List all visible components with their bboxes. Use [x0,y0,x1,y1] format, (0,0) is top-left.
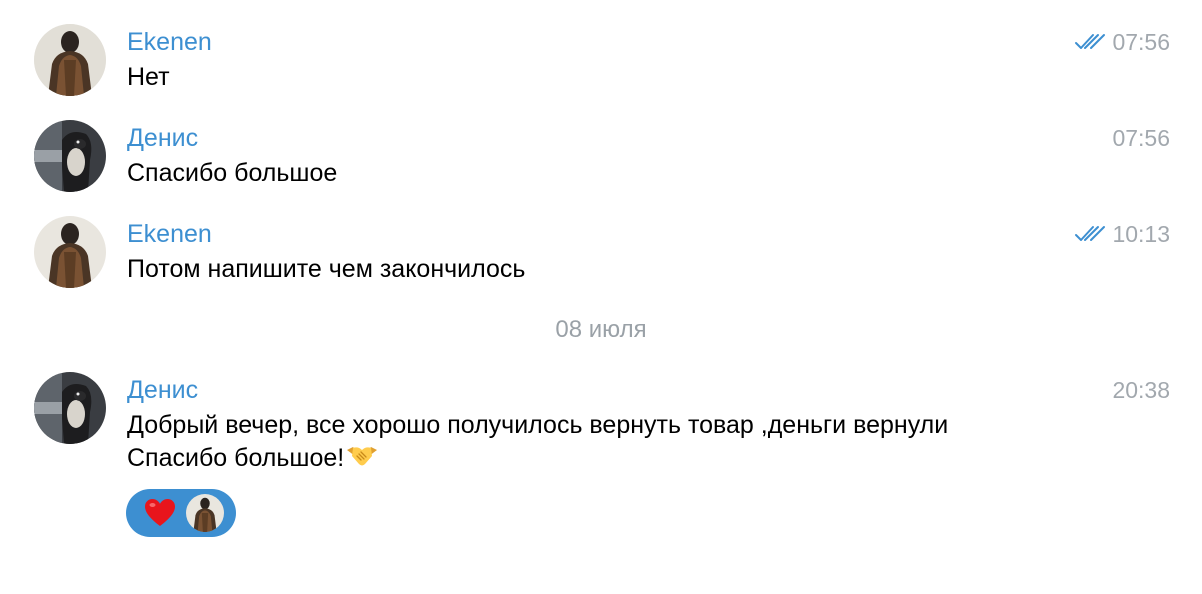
avatar-ekenen[interactable] [34,216,106,288]
red-heart-icon [145,499,175,526]
message-meta: 20:38 [1112,375,1170,405]
handshake-icon [347,447,378,466]
dog-photo-icon [34,120,106,192]
person-back-photo-icon [186,494,224,532]
message-text: Добрый вечер, все хорошо получилось верн… [127,411,949,439]
message-time: 07:56 [1112,125,1170,151]
chat-history: Ekenen Нет 07:56 Денис Спасибо большое 0… [0,0,1202,594]
message-meta: 10:13 [1074,219,1170,249]
double-check-icon [1075,34,1106,49]
person-back-photo-icon [34,216,106,288]
message-time: 20:38 [1112,377,1170,403]
double-check-icon [1075,226,1106,241]
dog-photo-icon [34,372,106,444]
message-time: 10:13 [1112,221,1170,247]
message-text: Спасибо большое! [127,444,345,472]
date-separator: 08 июля [555,316,647,343]
message-text: Потом напишите чем закончилось [127,255,526,283]
message-text-line2: Спасибо большое! [127,441,378,475]
avatar-ekenen[interactable] [34,24,106,96]
message-text: Спасибо большое [127,159,338,187]
sender-name[interactable]: Ekenen [127,27,212,57]
person-back-photo-icon [34,24,106,96]
message-time: 07:56 [1112,29,1170,55]
message-meta: 07:56 [1112,123,1170,153]
avatar-denis[interactable] [34,372,106,444]
avatar-denis[interactable] [34,120,106,192]
message-text: Нет [127,63,170,91]
sender-name[interactable]: Ekenen [127,219,212,249]
reaction-heart[interactable] [126,489,236,537]
sender-name[interactable]: Денис [127,123,198,153]
sender-name[interactable]: Денис [127,375,198,405]
message-meta: 07:56 [1074,27,1170,57]
reactor-avatar [186,494,224,532]
